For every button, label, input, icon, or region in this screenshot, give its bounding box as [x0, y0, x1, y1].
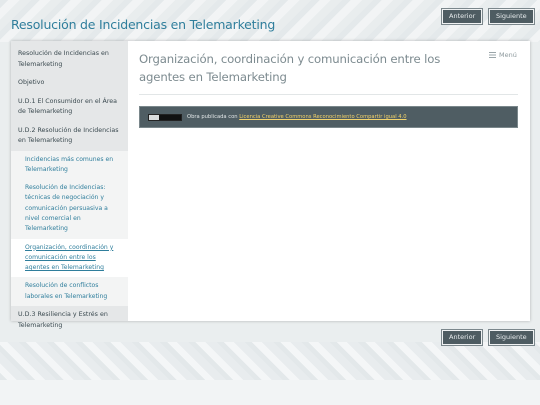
- footer-background: [0, 380, 540, 405]
- sidebar-item-objetivo[interactable]: Objetivo: [11, 74, 128, 93]
- sidebar-subitem-incidencias[interactable]: Incidencias más comunes en Telemarketing: [11, 150, 128, 180]
- menu-toggle[interactable]: Menú: [489, 51, 517, 59]
- license-text: Obra publicada con Licencia Creative Com…: [187, 114, 407, 121]
- previous-button-top[interactable]: Anterior: [442, 9, 483, 24]
- sidebar-submenu: Incidencias más comunes en Telemarketing…: [11, 150, 128, 307]
- sidebar-subitem-resolucion[interactable]: Resolución de Incidencias: técnicas de n…: [11, 179, 128, 239]
- sidebar-item-ud1[interactable]: U.D.1 El Consumidor en el Área de Telema…: [11, 93, 128, 122]
- menu-icon: [489, 52, 496, 58]
- next-button-bottom[interactable]: Siguiente: [489, 330, 534, 345]
- previous-button-bottom[interactable]: Anterior: [442, 330, 483, 345]
- content-card: Resolución de Incidencias en Telemarketi…: [11, 41, 530, 329]
- next-button-top[interactable]: Siguiente: [489, 9, 534, 24]
- page-title: Organización, coordinación y comunicació…: [139, 52, 441, 84]
- sidebar-item-ud2[interactable]: U.D.2 Resolución de Incidencias en Telem…: [11, 122, 128, 151]
- creative-commons-badge-icon[interactable]: [148, 114, 182, 121]
- sidebar-item-ud3[interactable]: U.D.3 Resiliencia y Estrés en Telemarket…: [11, 306, 128, 335]
- menu-label: Menú: [499, 51, 517, 59]
- footer-pattern: [0, 342, 540, 380]
- title-divider: [139, 94, 518, 95]
- license-prefix: Obra publicada con: [187, 114, 240, 120]
- sidebar-subitem-organizacion[interactable]: Organización, coordinación y comunicació…: [11, 238, 128, 278]
- license-link[interactable]: Licencia Creative Commons Reconocimiento…: [239, 114, 406, 120]
- sidebar-subitem-conflictos[interactable]: Resolución de conflictos laborales en Te…: [11, 277, 128, 307]
- sidebar-item-intro[interactable]: Resolución de Incidencias en Telemarketi…: [11, 41, 128, 74]
- license-bar: Obra publicada con Licencia Creative Com…: [139, 106, 518, 128]
- main-content: Organización, coordinación y comunicació…: [139, 41, 519, 321]
- site-title: Resolución de Incidencias en Telemarketi…: [11, 17, 276, 32]
- sidebar-nav: Resolución de Incidencias en Telemarketi…: [11, 41, 128, 329]
